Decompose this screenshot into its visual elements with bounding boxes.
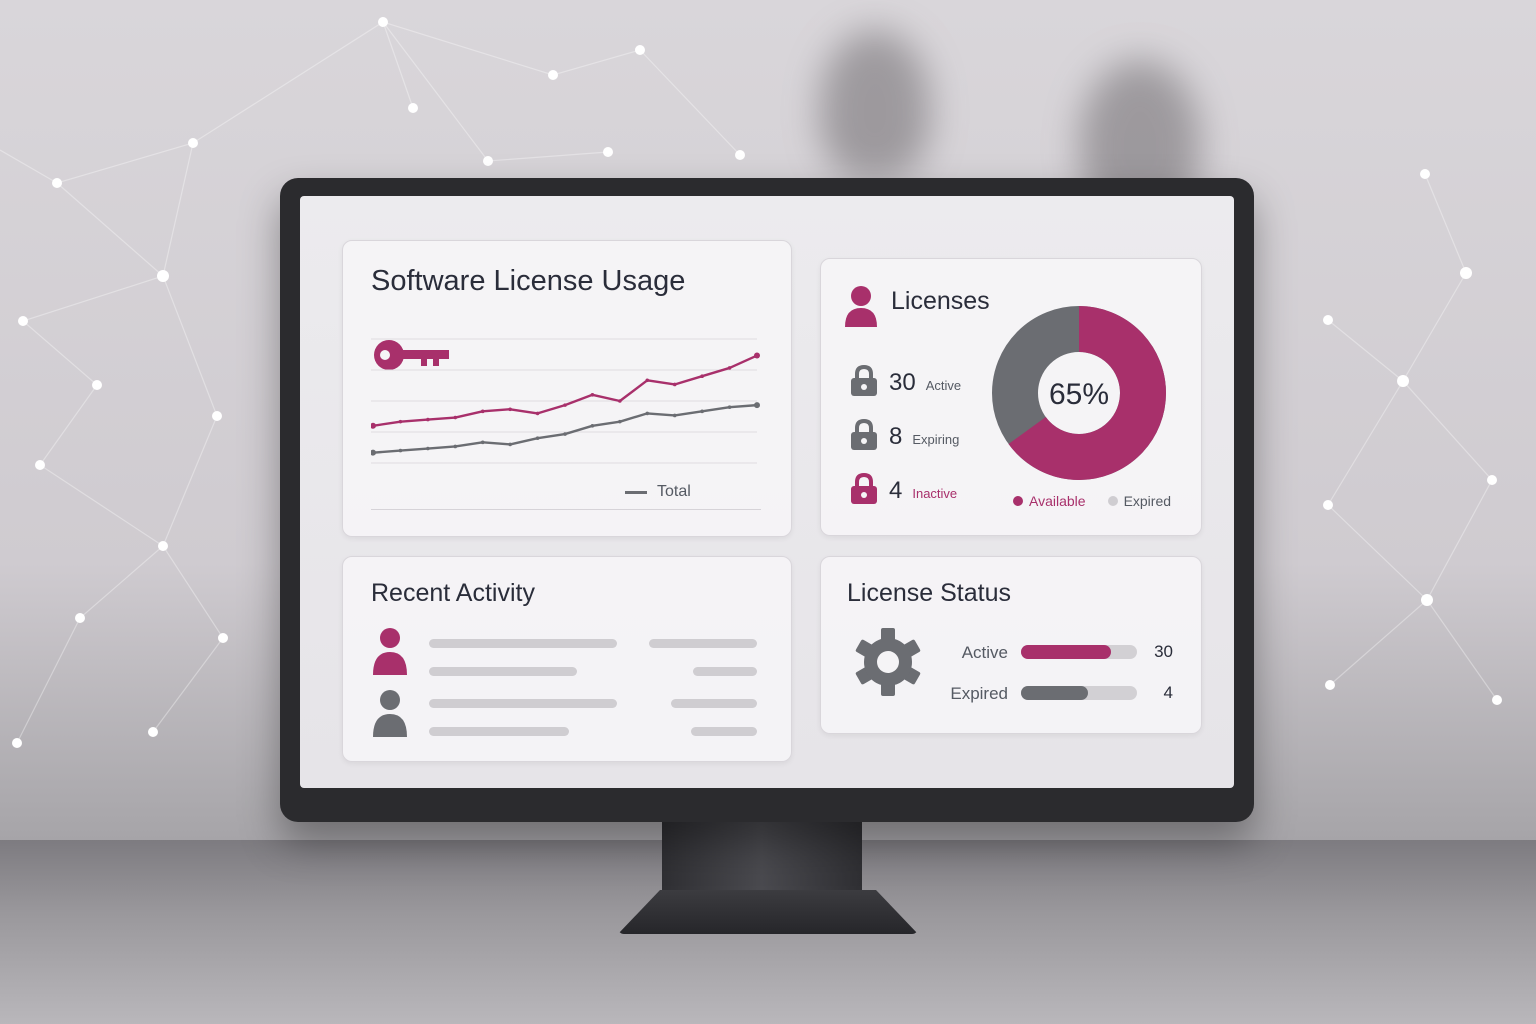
status-value-expired: 4	[1163, 683, 1173, 702]
series-point-1	[398, 448, 403, 453]
user-icon	[845, 286, 877, 327]
series-point-1	[453, 444, 458, 449]
series-point-0	[590, 393, 595, 397]
series-point-0	[563, 403, 567, 407]
series-point-0	[727, 366, 732, 370]
series-point-1	[563, 432, 567, 436]
series-point-1	[426, 446, 430, 451]
activity-placeholder-line	[429, 667, 577, 676]
series-point-0	[700, 374, 704, 378]
donut-center-text: 65%	[1049, 378, 1109, 411]
status-card-title: License Status	[847, 579, 1011, 607]
status-value-active: 30	[1154, 642, 1173, 661]
license-row-active: 30 Active	[849, 365, 961, 397]
status-fill-expired	[1021, 686, 1089, 700]
license-active-count: 30	[889, 369, 916, 396]
activity-placeholder-line	[691, 727, 757, 736]
license-expiring-count: 8	[889, 423, 903, 450]
status-track-active	[1021, 645, 1137, 659]
legend-swatch-total	[625, 490, 647, 494]
series-point-1	[480, 440, 485, 445]
status-label-expired: Expired	[950, 684, 1008, 703]
series-point-1	[645, 411, 650, 416]
series-point-1	[672, 413, 677, 418]
activity-placeholder-line	[649, 639, 757, 648]
series-point-0	[672, 382, 677, 387]
user-icon	[373, 628, 407, 675]
series-point-1	[754, 402, 760, 409]
series-point-0	[618, 399, 622, 403]
legend-available: Available	[1013, 493, 1086, 509]
series-point-1	[371, 449, 376, 456]
series-point-0	[645, 378, 650, 383]
legend-dot-available	[1013, 496, 1023, 506]
license-donut-chart: 65%	[992, 306, 1166, 480]
series-point-1	[590, 424, 595, 428]
activity-card-title: Recent Activity	[371, 579, 535, 607]
usage-card-title: Software License Usage	[371, 265, 686, 297]
series-point-0	[398, 419, 403, 424]
activity-placeholder-line	[671, 699, 757, 708]
activity-placeholder-line	[429, 639, 617, 648]
activity-placeholder-line	[429, 727, 569, 736]
monitor-stand-neck	[662, 820, 862, 900]
legend-label-total: Total	[657, 483, 691, 500]
legend-expired-label: Expired	[1123, 493, 1172, 509]
series-point-1	[727, 405, 732, 409]
donut-legend: Available Expired	[1013, 493, 1171, 509]
series-point-0	[754, 352, 760, 359]
activity-placeholder-line	[429, 699, 617, 708]
activity-placeholder-line	[693, 667, 757, 676]
activity-card: Recent Activity	[342, 556, 792, 762]
status-label-active: Active	[961, 643, 1008, 662]
series-point-0	[371, 422, 376, 429]
series-line-0	[372, 354, 758, 427]
background-person	[820, 30, 930, 180]
series-point-0	[426, 417, 430, 422]
chart-baseline	[371, 509, 761, 510]
user-icon	[373, 690, 407, 737]
gear-icon	[855, 628, 921, 696]
legend-available-label: Available	[1029, 493, 1086, 509]
series-line-1	[372, 403, 758, 454]
license-inactive-count: 4	[889, 477, 903, 504]
status-fill-active	[1021, 645, 1112, 659]
license-active-label: Active	[925, 378, 962, 393]
lock-icon	[851, 473, 877, 504]
license-inactive-label: Inactive	[912, 486, 958, 501]
monitor: Software License Usage Total Licenses 30…	[280, 178, 1254, 822]
series-point-0	[535, 411, 540, 416]
lock-icon	[851, 365, 877, 396]
chart-legend: Total	[625, 483, 691, 501]
license-expiring-label: Expiring	[912, 432, 960, 447]
series-point-1	[700, 409, 704, 414]
series-point-0	[480, 409, 485, 414]
legend-expired: Expired	[1107, 493, 1172, 509]
licenses-card-title: Licenses	[891, 287, 990, 315]
legend-dot-expired	[1107, 496, 1118, 506]
series-point-0	[453, 415, 458, 420]
usage-line-chart	[371, 338, 760, 464]
series-point-1	[508, 442, 512, 447]
usage-card: Software License Usage Total	[342, 240, 792, 537]
lock-icon	[851, 419, 877, 450]
status-track-expired	[1021, 686, 1137, 700]
license-row-inactive: 4 Inactive	[849, 473, 957, 505]
series-point-1	[535, 436, 540, 440]
series-point-0	[508, 407, 512, 412]
series-point-1	[618, 419, 622, 424]
status-card: License Status Active 30 Expired 4	[820, 556, 1202, 734]
dashboard-screen: Software License Usage Total Licenses 30…	[300, 196, 1234, 788]
monitor-stand-base	[618, 890, 918, 934]
licenses-card: Licenses 30 Active 8 Expiring 4 Inactive…	[820, 258, 1202, 536]
license-row-expiring: 8 Expiring	[849, 419, 959, 451]
